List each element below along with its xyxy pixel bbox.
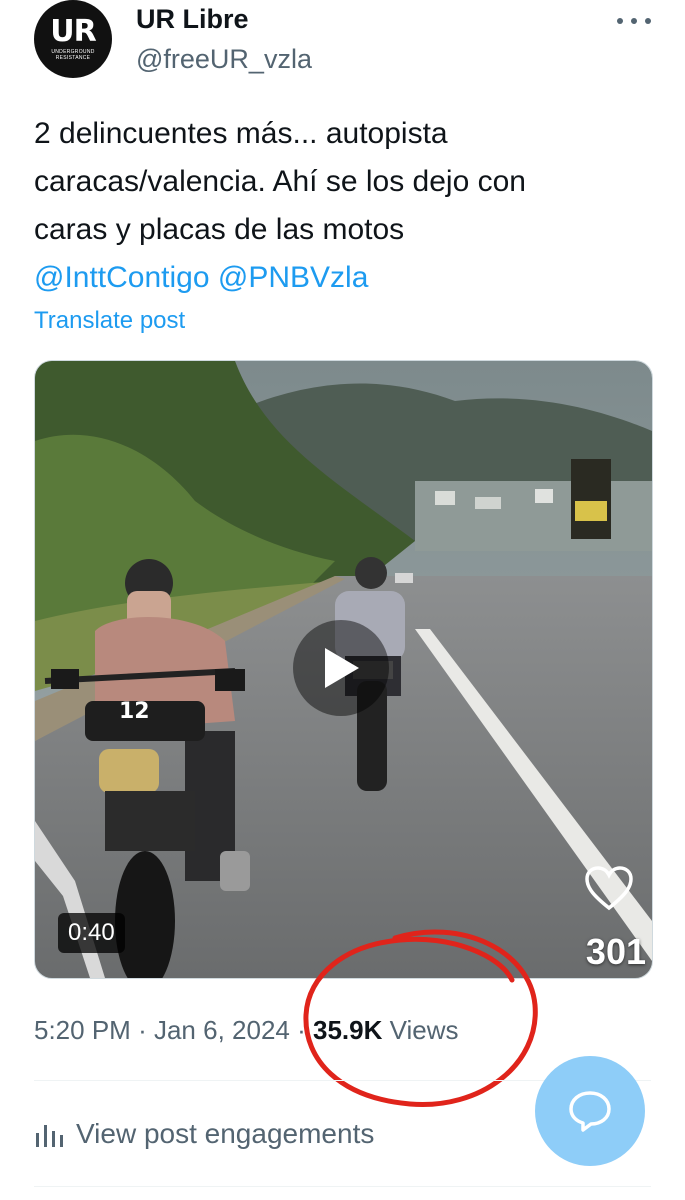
license-plate-text: 12 <box>119 699 150 724</box>
views-label: Views <box>389 1015 459 1045</box>
video-like-count: 301 <box>585 931 646 972</box>
post-text-line: caracas/valencia. Ahí se los dejo con <box>34 165 526 198</box>
post-meta: 5:20 PM · Jan 6, 2024 · 35.9K Views <box>34 1012 459 1048</box>
view-post-engagements[interactable]: View post engagements <box>34 1114 374 1154</box>
heart-icon[interactable] <box>584 866 634 912</box>
post-text: 2 delincuentes más... autopista caracas/… <box>34 110 654 302</box>
views-count: 35.9K <box>313 1015 383 1045</box>
post-time[interactable]: 5:20 PM <box>34 1015 131 1045</box>
divider <box>34 1186 651 1187</box>
avatar[interactable]: UR UNDERGROUND RESISTANCE <box>34 0 112 78</box>
translate-post-link[interactable]: Translate post <box>34 305 185 337</box>
reply-icon <box>569 1091 611 1132</box>
meta-separator: · <box>297 1015 306 1045</box>
mention-link[interactable]: @PNBVzla <box>218 261 369 294</box>
avatar-monogram: UR <box>50 14 96 49</box>
mentions-line: @InttContigo @PNBVzla <box>34 254 654 302</box>
mention-link[interactable]: @InttContigo <box>34 261 210 294</box>
post-date[interactable]: Jan 6, 2024 <box>154 1015 290 1045</box>
engagements-label: View post engagements <box>76 1118 375 1149</box>
more-options-icon[interactable] <box>617 18 651 26</box>
avatar-subtext: UNDERGROUND RESISTANCE <box>51 49 95 61</box>
reply-fab-button[interactable] <box>535 1056 645 1166</box>
user-handle[interactable]: @freeUR_vzla <box>136 42 312 76</box>
play-icon[interactable] <box>293 620 389 716</box>
analytics-icon <box>36 1125 63 1147</box>
display-name[interactable]: UR Libre <box>136 2 249 36</box>
meta-separator: · <box>138 1015 147 1045</box>
video-duration: 0:40 <box>58 913 125 953</box>
post-text-line: 2 delincuentes más... autopista <box>34 117 448 150</box>
post-text-line: caras y placas de las motos <box>34 213 405 246</box>
